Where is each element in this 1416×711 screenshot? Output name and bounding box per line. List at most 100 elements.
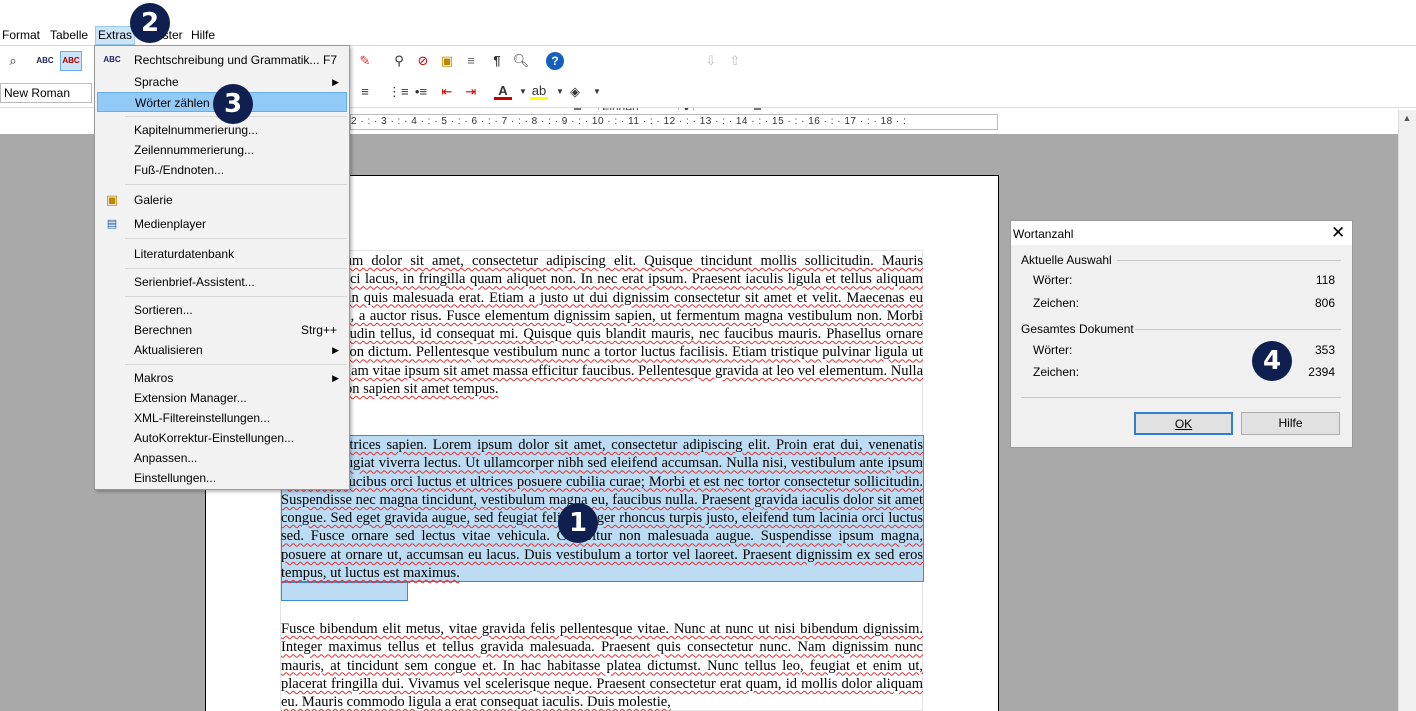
menu-item-autocorrect[interactable]: AutoKorrektur-Einstellungen... [97,428,347,448]
decrease-indent-icon[interactable]: ⇤ [438,83,456,101]
menu-item-chapter-numbering[interactable]: Kapitelnummerierung... [97,120,347,140]
font-color-icon[interactable]: A [494,82,512,100]
document-chars-value: 2394 [1308,365,1335,379]
help-button[interactable]: Hilfe [1241,412,1340,435]
menu-item-label: Einstellungen... [134,471,217,485]
document-paragraph[interactable]: Fusce bibendum elit metus, vitae gravida… [281,620,923,711]
spellcheck-icon: ABC [103,55,121,64]
menu-item-label: Literaturdatenbank [134,247,235,261]
menu-item-spelling[interactable]: ABC Rechtschreibung und Grammatik... F7 [97,50,347,70]
menu-item-gallery[interactable]: ▣ Galerie [97,190,347,210]
document-chars-label: Zeichen: [1033,365,1080,379]
menu-item-extension-manager[interactable]: Extension Manager... [97,388,347,408]
menu-item-label: Berechnen [134,323,193,337]
step-badge-1: 1 [558,503,598,543]
menu-item-sort[interactable]: Sortieren... [97,300,347,320]
font-name-box[interactable]: New Roman [0,83,92,103]
menu-item-label: Fuß-/Endnoten... [134,163,225,177]
submenu-arrow-icon: ▶ [332,345,339,355]
menu-separator [125,238,347,239]
highlight-icon[interactable]: ab [530,82,548,100]
dialog-divider [1021,397,1341,398]
menu-item-label: XML-Filtereinstellungen... [134,411,271,425]
menu-item-label: Kapitelnummerierung... [134,123,259,137]
ok-button[interactable]: OK [1134,412,1233,435]
formatting-marks-icon[interactable]: ¶ [488,52,506,70]
menu-item-options[interactable]: Einstellungen... [97,468,347,488]
menu-tabelle[interactable]: Tabelle [48,27,90,44]
vertical-scrollbar[interactable] [1398,110,1416,711]
menu-item-label: Aktualisieren [134,343,203,357]
chevron-down-icon[interactable]: ▼ [588,83,606,101]
menu-item-label: Medienplayer [134,217,207,231]
menu-item-calculate[interactable]: Berechnen Strg++ [97,320,347,340]
help-icon[interactable]: ? [546,52,564,70]
find-next-icon[interactable]: ⇩ [702,52,720,70]
spellcheck-icon[interactable]: ABC [36,52,54,70]
menu-item-label: Wörter zählen [135,96,210,110]
menu-item-label: Extension Manager... [134,391,247,405]
binoculars-icon[interactable]: ⚲ [390,52,408,70]
numbering-icon[interactable]: ⋮≡ [388,83,409,101]
menu-format[interactable]: Format [0,27,42,44]
text-selection [281,582,408,601]
menu-item-customize[interactable]: Anpassen... [97,448,347,468]
zoom-icon[interactable]: 🔍︎ [512,52,530,70]
scroll-up-icon[interactable]: ▲ [1402,113,1412,123]
menu-item-macros[interactable]: Makros ▶ [97,368,347,388]
submenu-arrow-icon: ▶ [332,77,339,87]
zoom-page-icon[interactable]: ⌕ [4,52,22,70]
selection-heading: Aktuelle Auswahl [1021,253,1112,267]
step-badge-2: 2 [130,3,170,43]
document-heading: Gesamtes Dokument [1021,322,1134,336]
menu-item-media-player[interactable]: ▤ Medienplayer [97,214,347,234]
menu-item-line-numbering[interactable]: Zeilennummerierung... [97,140,347,160]
menu-item-xml-filter[interactable]: XML-Filtereinstellungen... [97,408,347,428]
database-icon[interactable]: ≡ [462,52,480,70]
menu-item-mail-merge[interactable]: Serienbrief-Assistent... [97,272,347,292]
group-divider [1135,329,1341,330]
menubar: Format Tabelle Extras Fenster Hilfe [0,24,1416,46]
document-paragraph[interactable]: Lorem ipsum dolor sit amet, consectetur … [281,252,923,398]
menu-item-shortcut: Strg++ [300,323,337,337]
selection-chars-label: Zeichen: [1033,296,1080,310]
menu-hilfe[interactable]: Hilfe [189,27,217,44]
document-paragraph-selected[interactable]: Vivamus ultrices sapien. Lorem ipsum dol… [281,436,923,582]
draw-pencil-icon[interactable]: ✎ [356,52,374,70]
selection-words-value: 118 [1315,273,1335,287]
menu-item-shortcut: F7 [322,53,337,67]
background-color-icon[interactable]: ◈ [566,83,584,101]
document-words-value: 353 [1314,343,1335,357]
gallery-icon: ▣ [105,192,119,207]
dialog-title: Wortanzahl [1013,227,1074,241]
navigator-icon[interactable]: ⊘ [414,52,432,70]
menu-item-label: Makros [134,371,174,385]
menu-separator [125,364,347,365]
menu-item-label: Sprache [134,75,179,89]
menu-item-label: Galerie [134,193,173,207]
menu-separator [125,184,347,185]
menu-item-label: Zeilennummerierung... [134,143,255,157]
group-divider [1117,260,1341,261]
increase-indent-icon[interactable]: ⇥ [462,83,480,101]
menu-item-footnotes[interactable]: Fuß-/Endnoten... [97,160,347,180]
menu-extras[interactable]: Extras [95,26,136,45]
menu-item-label: Sortieren... [134,303,193,317]
step-badge-4: 4 [1252,341,1292,381]
step-badge-3: 3 [213,84,253,124]
justify-icon[interactable]: ≡ [356,83,374,101]
close-icon[interactable]: ✕ [1331,223,1345,243]
selection-words-label: Wörter: [1033,273,1073,287]
menu-item-update[interactable]: Aktualisieren ▶ [97,340,347,360]
menu-separator [125,268,347,269]
gallery-toolbar-icon[interactable]: ▣ [438,52,456,70]
bullets-icon[interactable]: •≡ [412,83,430,101]
submenu-arrow-icon: ▶ [332,373,339,383]
auto-spellcheck-icon[interactable]: ABC [60,51,82,71]
ruler-scale[interactable]: 2 · : · 3 · : · 4 · : · 5 · : · 6 · : · … [350,114,998,130]
menu-item-bibliography[interactable]: Literaturdatenbank [97,244,347,264]
document-words-label: Wörter: [1033,343,1073,357]
selection-chars-value: 806 [1314,296,1335,310]
menu-item-label: AutoKorrektur-Einstellungen... [134,431,295,445]
find-previous-icon[interactable]: ⇧ [726,52,744,70]
